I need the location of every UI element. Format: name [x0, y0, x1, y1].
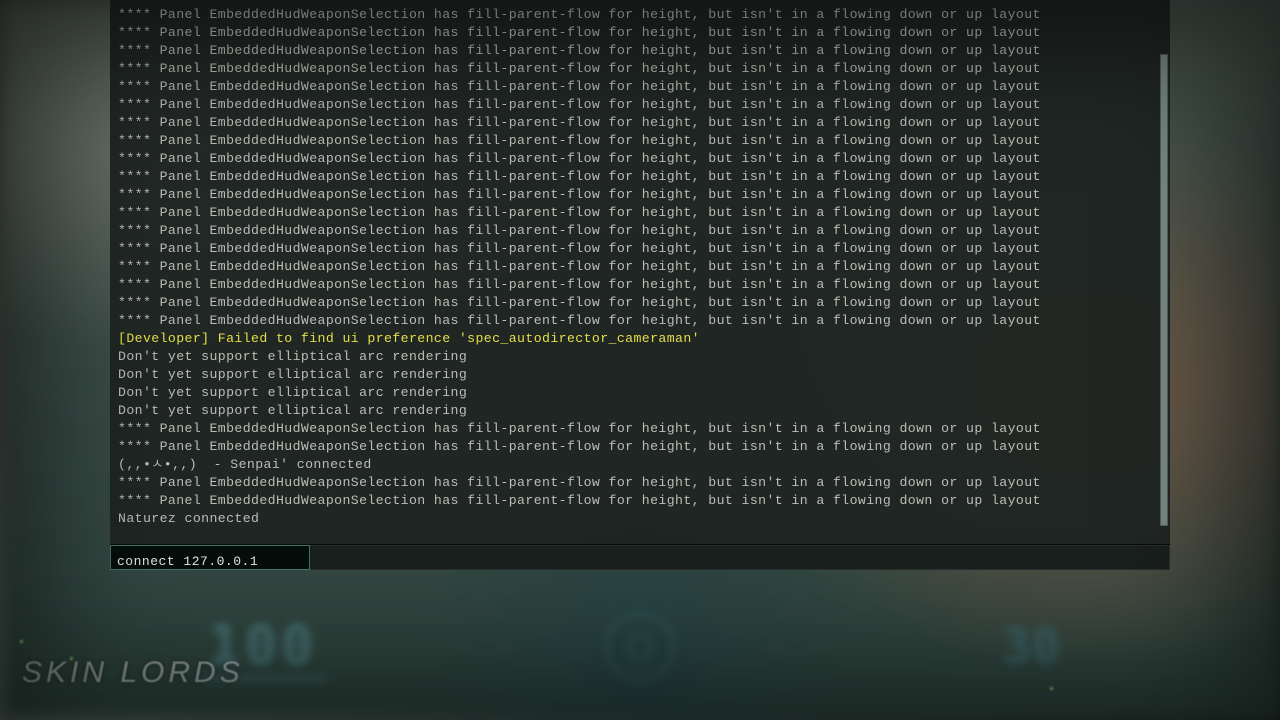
console-line: **** Panel EmbeddedHudWeaponSelection ha…: [118, 60, 1162, 78]
console-line: **** Panel EmbeddedHudWeaponSelection ha…: [118, 420, 1162, 438]
console-line: **** Panel EmbeddedHudWeaponSelection ha…: [118, 276, 1162, 294]
console-input[interactable]: [117, 554, 303, 569]
console-scrollbar[interactable]: [1160, 54, 1168, 526]
console-input-cell[interactable]: [110, 545, 310, 570]
console-line: **** Panel EmbeddedHudWeaponSelection ha…: [118, 240, 1162, 258]
console-line: **** Panel EmbeddedHudWeaponSelection ha…: [118, 438, 1162, 456]
console-line: **** Panel EmbeddedHudWeaponSelection ha…: [118, 312, 1162, 330]
console-line: **** Panel EmbeddedHudWeaponSelection ha…: [118, 132, 1162, 150]
console-line: Don't yet support elliptical arc renderi…: [118, 366, 1162, 384]
console-line: **** Panel EmbeddedHudWeaponSelection ha…: [118, 168, 1162, 186]
console-line: (,,•ㅅ•,,) - Senpai' connected: [118, 456, 1162, 474]
console-line: [Developer] Failed to find ui preference…: [118, 330, 1162, 348]
console-line: Don't yet support elliptical arc renderi…: [118, 384, 1162, 402]
console-line: Don't yet support elliptical arc renderi…: [118, 402, 1162, 420]
console-line: **** Panel EmbeddedHudWeaponSelection ha…: [118, 204, 1162, 222]
console-line: **** Panel EmbeddedHudWeaponSelection ha…: [118, 96, 1162, 114]
console-line: **** Panel EmbeddedHudWeaponSelection ha…: [118, 6, 1162, 24]
particle: [70, 657, 73, 660]
console-line: **** Panel EmbeddedHudWeaponSelection ha…: [118, 294, 1162, 312]
particle: [1050, 687, 1053, 690]
console-line: **** Panel EmbeddedHudWeaponSelection ha…: [118, 150, 1162, 168]
console-line: **** Panel EmbeddedHudWeaponSelection ha…: [118, 474, 1162, 492]
console-output[interactable]: **** Panel EmbeddedHudWeaponSelection ha…: [110, 0, 1170, 532]
console-suggest-dropdown[interactable]: [310, 545, 1170, 570]
console-line: **** Panel EmbeddedHudWeaponSelection ha…: [118, 222, 1162, 240]
console-line: **** Panel EmbeddedHudWeaponSelection ha…: [118, 186, 1162, 204]
developer-console: **** Panel EmbeddedHudWeaponSelection ha…: [110, 0, 1170, 570]
watermark-text: SKIN LORDS: [22, 656, 244, 690]
console-line: **** Panel EmbeddedHudWeaponSelection ha…: [118, 78, 1162, 96]
console-line: **** Panel EmbeddedHudWeaponSelection ha…: [118, 42, 1162, 60]
hud-ammo-value: 30: [1002, 619, 1060, 675]
console-line: **** Panel EmbeddedHudWeaponSelection ha…: [118, 114, 1162, 132]
console-input-row: [110, 544, 1170, 570]
console-line: **** Panel EmbeddedHudWeaponSelection ha…: [118, 492, 1162, 510]
hud-center-emblem: [605, 612, 675, 682]
console-line: Naturez connected: [118, 510, 1162, 528]
particle: [20, 640, 23, 643]
console-line: **** Panel EmbeddedHudWeaponSelection ha…: [118, 258, 1162, 276]
console-line: Don't yet support elliptical arc renderi…: [118, 348, 1162, 366]
console-line: **** Panel EmbeddedHudWeaponSelection ha…: [118, 24, 1162, 42]
